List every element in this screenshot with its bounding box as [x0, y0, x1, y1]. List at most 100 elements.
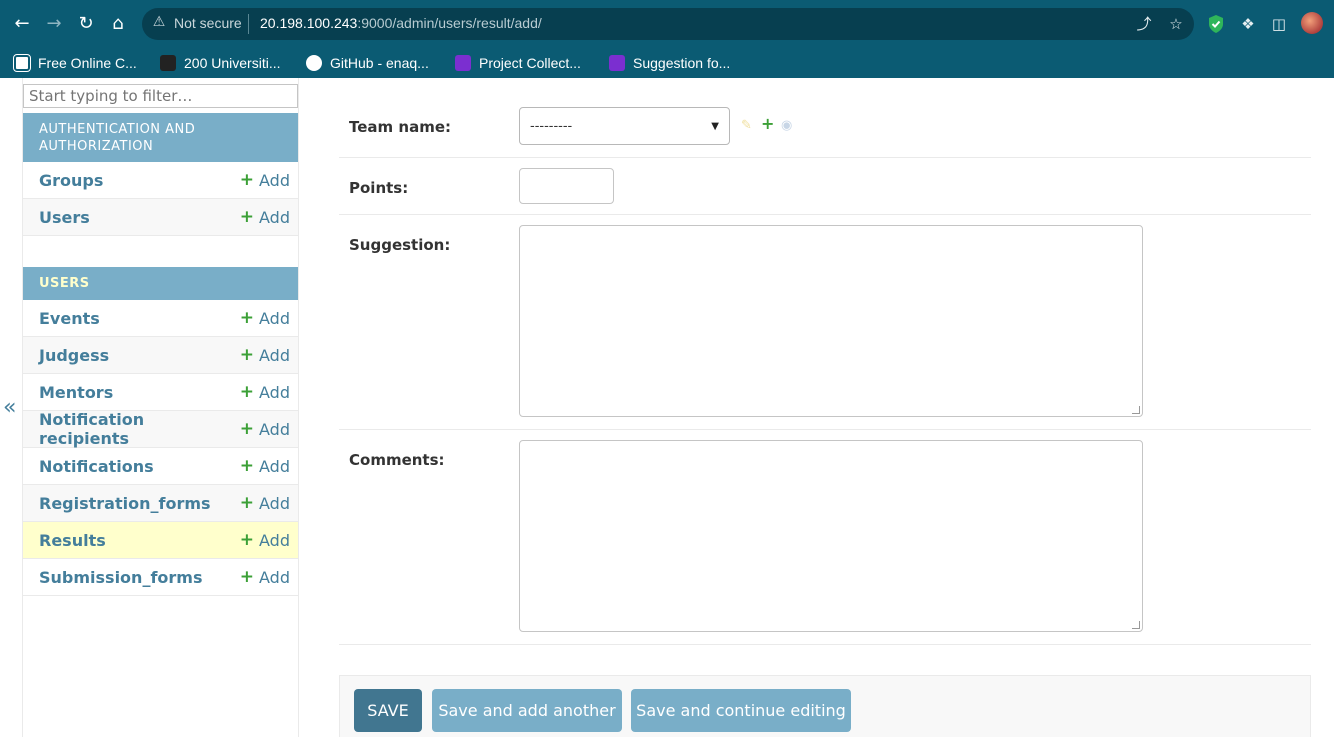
change-related-icon[interactable]: ✎: [741, 118, 752, 134]
forward-icon[interactable]: →: [42, 12, 66, 36]
save-and-continue-button[interactable]: Save and continue editing: [631, 689, 851, 732]
resize-handle-icon[interactable]: [1132, 621, 1140, 629]
suggestion-label: Suggestion:: [349, 236, 451, 254]
sidebar-item-label[interactable]: Submission_forms: [39, 568, 202, 587]
add-link[interactable]: + Add: [240, 493, 290, 513]
bookmark-favicon-icon: [160, 55, 176, 71]
sidebar-item-label[interactable]: Results: [39, 531, 106, 550]
add-label: Add: [259, 308, 290, 328]
sidebar-item-label[interactable]: Events: [39, 309, 100, 328]
collapse-icon: «: [3, 395, 17, 420]
add-link[interactable]: + Add: [240, 308, 290, 328]
add-link[interactable]: + Add: [240, 567, 290, 587]
extensions-icon[interactable]: ❖: [1237, 13, 1259, 35]
bookmark-item[interactable]: Project Collect...: [455, 52, 581, 74]
plus-icon: +: [239, 567, 255, 587]
bookmark-item[interactable]: GitHub - enaq...: [306, 52, 429, 74]
submit-row: SAVE Save and add another Save and conti…: [339, 675, 1311, 737]
add-label: Add: [259, 170, 290, 190]
chevron-down-icon: ▼: [711, 120, 719, 132]
github-icon: [306, 55, 322, 71]
nav-filter-input[interactable]: [23, 84, 298, 108]
bookmark-item[interactable]: Free Online C...: [13, 52, 137, 74]
home-icon[interactable]: ⌂: [106, 12, 130, 36]
module-caption-users[interactable]: USERS: [23, 267, 298, 300]
comments-textarea[interactable]: [519, 440, 1143, 632]
star-icon[interactable]: ☆: [1165, 13, 1187, 35]
plus-icon: +: [239, 207, 255, 227]
add-label: Add: [259, 567, 290, 587]
plus-icon: +: [239, 170, 255, 190]
sidebar-item-label[interactable]: Judgess: [39, 346, 109, 365]
add-link[interactable]: + Add: [240, 382, 290, 402]
team-name-label: Team name:: [349, 118, 451, 136]
form-favicon-icon: [455, 55, 471, 71]
bookmark-item[interactable]: Suggestion fo...: [609, 52, 730, 74]
shield-icon[interactable]: [1207, 14, 1225, 34]
resize-handle-icon[interactable]: [1132, 406, 1140, 414]
url-path: :9000/admin/users/result/add/: [357, 15, 542, 31]
sidebar-item-label[interactable]: Registration_forms: [39, 494, 211, 513]
sidebar-item-label[interactable]: Notification recipients: [39, 410, 240, 448]
side-panel-icon[interactable]: ◫: [1268, 13, 1290, 35]
plus-icon: +: [239, 419, 255, 439]
sidebar-item-results: Results + Add: [23, 522, 298, 559]
back-icon[interactable]: ←: [10, 12, 34, 36]
points-input[interactable]: [519, 168, 614, 204]
reload-icon[interactable]: ↻: [74, 12, 98, 36]
plus-icon: +: [239, 530, 255, 550]
add-link[interactable]: + Add: [240, 530, 290, 550]
save-and-add-another-button[interactable]: Save and add another: [432, 689, 622, 732]
sidebar-item-submission-forms: Submission_forms + Add: [23, 559, 298, 596]
add-link[interactable]: + Add: [240, 170, 290, 190]
sidebar-item-label[interactable]: Mentors: [39, 383, 113, 402]
bookmark-item[interactable]: 200 Universiti...: [160, 52, 280, 74]
security-label[interactable]: Not secure: [174, 15, 242, 31]
plus-icon: +: [239, 345, 255, 365]
add-label: Add: [259, 419, 290, 439]
add-link[interactable]: + Add: [240, 419, 290, 439]
add-label: Add: [259, 530, 290, 550]
module-caption-auth[interactable]: AUTHENTICATION AND AUTHORIZATION: [23, 113, 298, 162]
bookmark-label: GitHub - enaq...: [330, 55, 429, 71]
suggestion-textarea[interactable]: [519, 225, 1143, 417]
add-link[interactable]: + Add: [240, 345, 290, 365]
bookmark-label: 200 Universiti...: [184, 55, 281, 71]
bookmarks-bar: Free Online C... 200 Universiti... GitHu…: [0, 48, 1334, 78]
sidebar-item-registration-forms: Registration_forms + Add: [23, 485, 298, 522]
form-row-points: Points:: [339, 158, 1311, 215]
add-label: Add: [259, 456, 290, 476]
comments-label: Comments:: [349, 451, 445, 469]
add-link[interactable]: + Add: [240, 456, 290, 476]
plus-icon: +: [239, 493, 255, 513]
sidebar-item-notification-recipients: Notification recipients + Add: [23, 410, 298, 448]
browser-toolbar: ← → ↻ ⌂ ⚠ Not secure 20.198.100.243:9000…: [0, 0, 1334, 48]
team-name-select[interactable]: --------- ▼: [519, 107, 730, 145]
plus-icon: +: [239, 308, 255, 328]
sidebar-item-groups: Groups + Add: [23, 162, 298, 199]
sidebar-item-label[interactable]: Users: [39, 208, 90, 227]
sidebar-item-label[interactable]: Groups: [39, 171, 103, 190]
sidebar-item-notifications: Notifications + Add: [23, 448, 298, 485]
form-row-team-name: Team name:: [339, 96, 1311, 158]
plus-icon: +: [239, 382, 255, 402]
save-button[interactable]: SAVE: [354, 689, 422, 732]
warning-icon[interactable]: ⚠: [151, 14, 167, 30]
plus-icon: +: [239, 456, 255, 476]
sidebar-item-label[interactable]: Notifications: [39, 457, 154, 476]
share-icon[interactable]: ⤴: [1133, 13, 1155, 35]
bookmark-label: Free Online C...: [38, 55, 137, 71]
add-label: Add: [259, 207, 290, 227]
bookmark-label: Project Collect...: [479, 55, 581, 71]
sidebar-item-mentors: Mentors + Add: [23, 374, 298, 411]
points-label: Points:: [349, 179, 409, 197]
add-link[interactable]: + Add: [240, 207, 290, 227]
form-favicon-icon: [609, 55, 625, 71]
view-related-icon[interactable]: ◉: [781, 118, 792, 134]
profile-avatar[interactable]: [1301, 12, 1323, 34]
url-text[interactable]: 20.198.100.243:9000/admin/users/result/a…: [260, 15, 542, 31]
add-related-icon[interactable]: +: [761, 116, 774, 132]
sidebar-item-users: Users + Add: [23, 199, 298, 236]
team-name-selected-value: ---------: [530, 118, 573, 134]
nav-sidebar-toggle[interactable]: «: [0, 78, 23, 737]
